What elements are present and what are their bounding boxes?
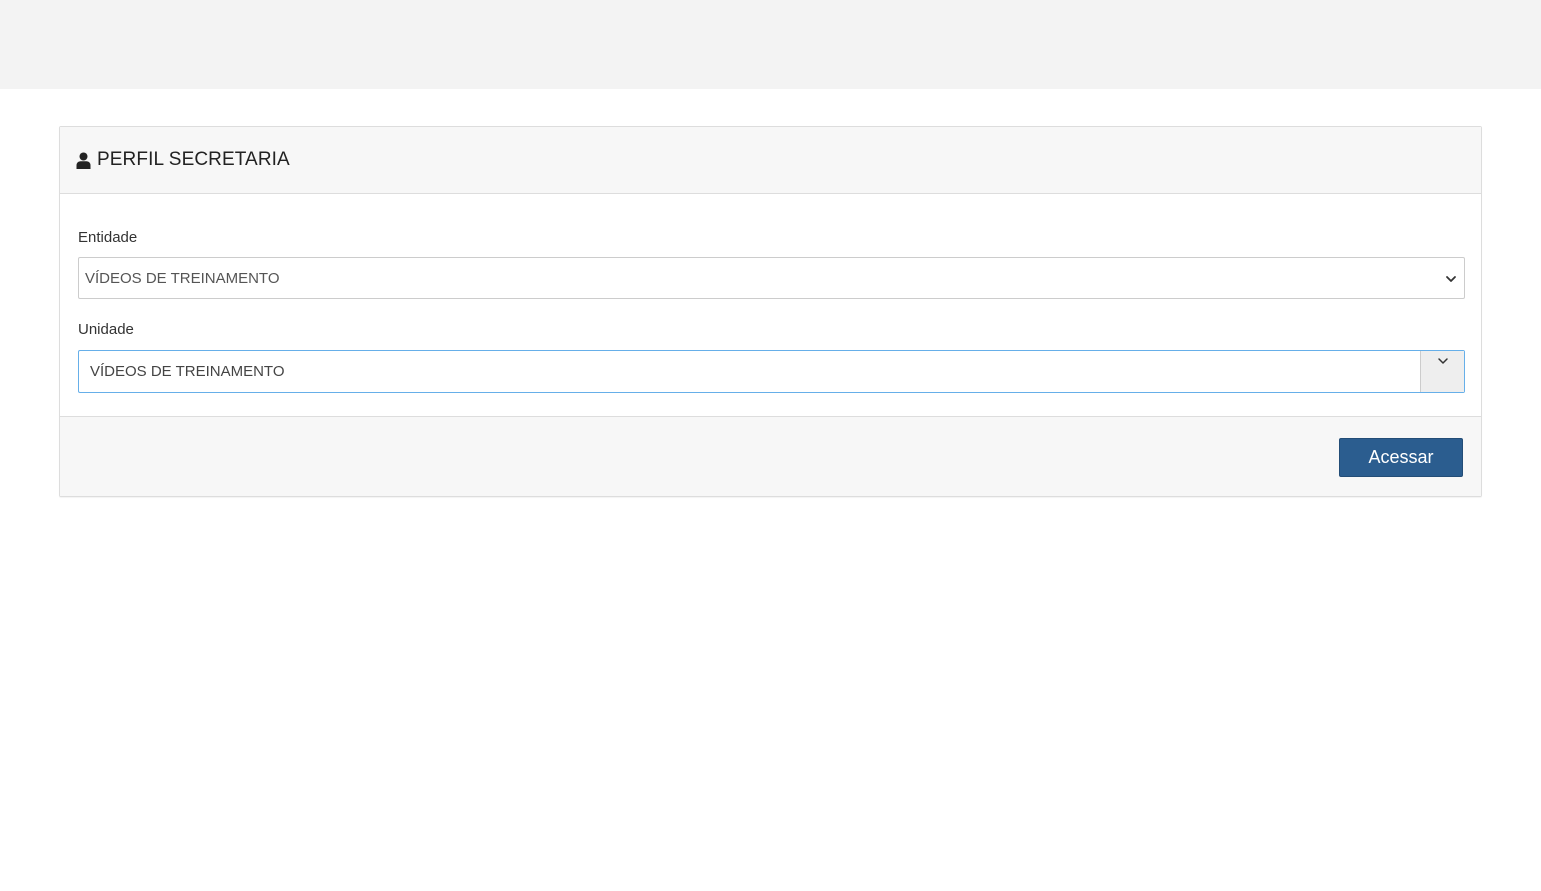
panel-title: PERFIL SECRETARIA — [97, 149, 290, 170]
acessar-button[interactable]: Acessar — [1339, 438, 1463, 477]
entidade-select[interactable]: VÍDEOS DE TREINAMENTO — [78, 257, 1465, 299]
unidade-label: Unidade — [78, 321, 134, 338]
chevron-down-icon — [1444, 272, 1458, 286]
unidade-select[interactable]: VÍDEOS DE TREINAMENTO — [78, 350, 1465, 393]
user-icon — [76, 152, 91, 169]
entidade-label: Entidade — [78, 229, 138, 246]
unidade-dropdown-toggle[interactable] — [1420, 351, 1464, 392]
entidade-selected-value: VÍDEOS DE TREINAMENTO — [85, 269, 280, 287]
top-bar — [0, 0, 1541, 89]
panel-heading: PERFIL SECRETARIA — [60, 127, 1481, 194]
panel-footer: Acessar — [60, 416, 1481, 496]
profile-panel: PERFIL SECRETARIA Entidade VÍDEOS DE TRE… — [59, 126, 1482, 497]
chevron-down-icon — [1438, 358, 1448, 364]
unidade-selected-value: VÍDEOS DE TREINAMENTO — [90, 363, 285, 380]
